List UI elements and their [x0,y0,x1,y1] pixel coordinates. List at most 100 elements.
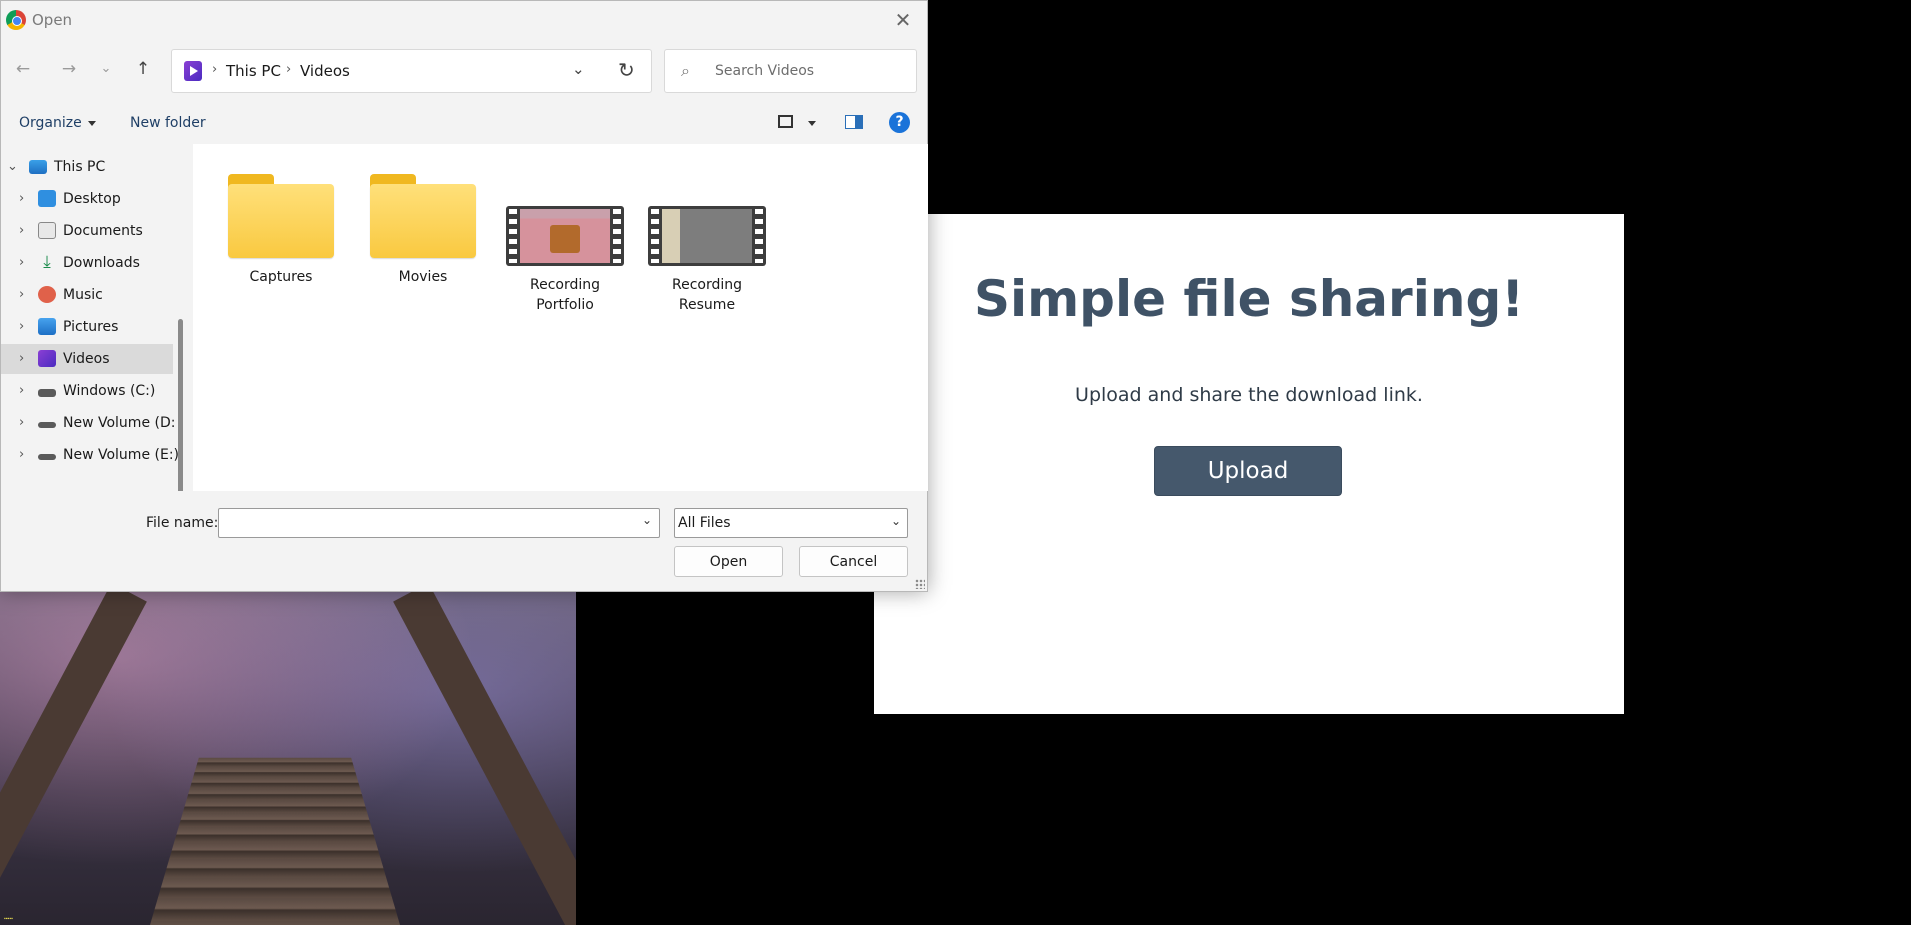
file-name-input[interactable] [218,508,660,538]
tree-item-label: Downloads [63,255,140,271]
file-item-recording-resume[interactable]: Recording Resume [646,164,768,315]
view-mode-icon[interactable] [778,115,793,128]
tree-item-label: This PC [54,159,106,175]
tree-item-label: Desktop [63,191,121,207]
tree-item-videos[interactable]: › Videos [1,344,173,374]
tree-item-new-volume-e[interactable]: › New Volume (E:) [1,440,179,470]
film-holes [755,209,763,263]
tree-item-music[interactable]: › Music [1,280,173,310]
back-button[interactable]: ← [11,57,35,81]
file-name: Recording Resume [671,277,743,313]
preview-pane-icon[interactable] [845,115,863,129]
tree-item-label: New Volume (E:) [63,447,179,463]
page-title: Simple file sharing! [973,270,1525,328]
drive-icon [38,454,56,460]
file-name: Captures [249,269,313,285]
view-options-chevron-icon[interactable] [808,121,816,126]
file-list: Captures Movies Recording Portfolio Reco… [193,144,928,491]
open-file-dialog: Open ✕ ← → ⌄ ↑ › This PC › Videos ⌄ ↻ ⌕ … [0,0,928,592]
tree-item-windows-c[interactable]: › Windows (C:) [1,376,173,406]
cancel-button[interactable]: Cancel [799,546,908,577]
address-bar[interactable]: › This PC › Videos ⌄ ↻ [171,49,652,93]
folder-icon [228,174,334,258]
search-icon: ⌕ [681,61,690,80]
chevron-down-icon[interactable]: ⌄ [7,159,18,174]
breadcrumb-separator-icon: › [212,62,218,77]
file-item-movies[interactable]: Movies [362,164,484,287]
page-subtitle: Upload and share the download link. [1075,384,1423,406]
video-file-icon [648,206,766,266]
chevron-right-icon[interactable]: › [19,223,24,238]
videos-icon [38,350,56,367]
chevron-right-icon[interactable]: › [19,447,24,462]
file-type-select[interactable]: All Files ⌄ [674,508,908,538]
nav-pane-scrollbar[interactable] [178,319,183,491]
music-icon [38,286,56,303]
chevron-right-icon[interactable]: › [19,287,24,302]
navigation-pane: ⌄ This PC › Desktop › Documents › ⤓ Down… [1,144,191,491]
video-thumbnail [662,209,752,263]
breadcrumb-this-pc[interactable]: This PC [226,62,281,80]
dialog-titlebar: Open ✕ [1,1,927,39]
downloads-icon: ⤓ [43,252,51,272]
tree-item-desktop[interactable]: › Desktop [1,184,173,214]
chevron-right-icon[interactable]: › [19,351,24,366]
tree-item-label: Music [63,287,103,303]
navigation-row: ← → ⌄ ↑ › This PC › Videos ⌄ ↻ ⌕ Search … [1,47,927,93]
folder-icon [370,174,476,258]
breadcrumb-videos[interactable]: Videos [300,62,350,80]
tree-item-new-volume-d[interactable]: › New Volume (D: [1,408,176,438]
organize-button[interactable]: Organize [19,115,96,131]
desktop: ▪▪▪▪▪ Simple file sharing! Upload and sh… [0,0,1911,925]
folder-body [228,184,334,258]
chevron-down-icon: ⌄ [890,514,901,528]
upload-button[interactable]: Upload [1154,446,1342,496]
resize-grip[interactable] [915,579,925,589]
tree-item-pictures[interactable]: › Pictures [1,312,173,342]
chrome-icon [6,10,26,30]
tree-item-downloads[interactable]: › ⤓ Downloads [1,248,173,278]
thumbnail-image [550,225,580,253]
tree-item-label: Documents [63,223,143,239]
tree-item-label: Pictures [63,319,119,335]
videos-icon [184,61,202,81]
desktop-icon [38,190,56,207]
video-file-icon [506,206,624,266]
pc-icon [29,160,47,174]
file-type-value: All Files [678,515,731,531]
up-button[interactable]: ↑ [131,57,155,81]
help-icon[interactable]: ? [889,112,910,133]
film-holes [651,209,659,263]
tree-item-label: Windows (C:) [63,383,156,399]
close-button[interactable]: ✕ [889,7,917,33]
folder-body [370,184,476,258]
open-button[interactable]: Open [674,546,783,577]
chevron-right-icon[interactable]: › [19,191,24,206]
search-placeholder[interactable]: Search Videos [715,63,814,79]
chevron-right-icon[interactable]: › [19,383,24,398]
search-box[interactable]: ⌕ Search Videos [664,49,917,93]
tree-item-documents[interactable]: › Documents [1,216,173,246]
desktop-wallpaper: ▪▪▪▪▪ [0,590,576,925]
documents-icon [38,222,56,239]
dialog-footer: File name: ⌄ All Files ⌄ Open Cancel [1,491,927,591]
chevron-right-icon[interactable]: › [19,255,24,270]
chevron-down-icon [87,120,96,126]
chevron-right-icon[interactable]: › [19,415,24,430]
chevron-right-icon[interactable]: › [19,319,24,334]
new-folder-button[interactable]: New folder [130,115,206,131]
recent-locations-button[interactable]: ⌄ [97,57,115,81]
tree-item-this-pc[interactable]: ⌄ This PC [1,152,173,182]
drive-icon [38,422,56,428]
forward-button[interactable]: → [57,57,81,81]
file-name: Recording Portfolio [529,277,601,313]
file-item-captures[interactable]: Captures [220,164,342,287]
file-item-recording-portfolio[interactable]: Recording Portfolio [504,164,626,315]
file-name-label: File name: [146,515,219,531]
address-dropdown-icon[interactable]: ⌄ [572,60,585,78]
refresh-icon[interactable]: ↻ [618,58,635,82]
drive-icon [38,389,56,397]
pictures-icon [38,318,56,335]
tree-item-label: New Volume (D: [63,415,176,431]
film-holes [509,209,517,263]
